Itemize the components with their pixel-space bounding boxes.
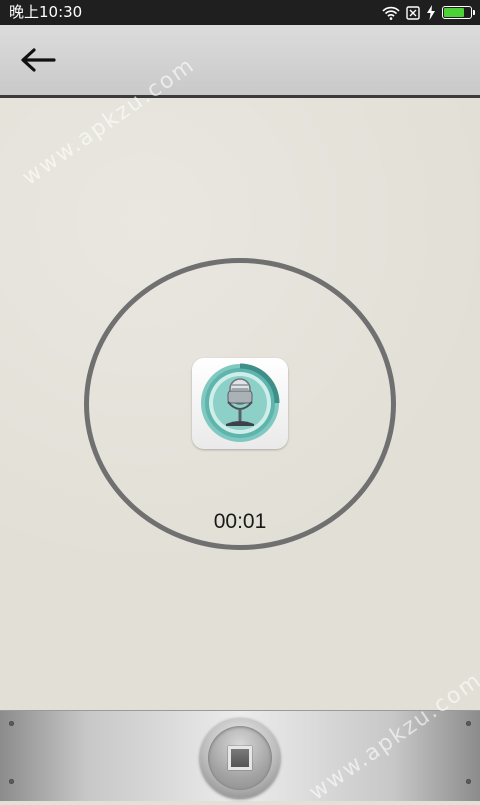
status-icons	[382, 3, 475, 22]
battery-icon	[442, 6, 475, 19]
status-time: 晚上10:30	[9, 3, 83, 21]
microphone-app-icon	[192, 358, 288, 449]
stop-square-icon	[228, 746, 252, 770]
battery-fill	[444, 8, 464, 17]
control-bar	[0, 710, 480, 801]
app-bar	[0, 25, 480, 98]
stop-button-face	[208, 726, 272, 790]
sim-icon	[406, 5, 420, 20]
screw-icon	[466, 721, 471, 726]
recording-timer: 00:01	[213, 510, 267, 533]
charging-bolt-icon	[426, 5, 436, 20]
screw-icon	[9, 721, 14, 726]
status-bar: 晚上10:30	[0, 0, 480, 25]
back-button[interactable]	[14, 42, 62, 82]
recorder-area: 00:01	[0, 98, 480, 710]
screw-icon	[466, 779, 471, 784]
wifi-icon	[382, 6, 400, 20]
stop-button[interactable]	[200, 718, 280, 798]
arrow-left-icon	[20, 47, 56, 77]
screw-icon	[9, 779, 14, 784]
